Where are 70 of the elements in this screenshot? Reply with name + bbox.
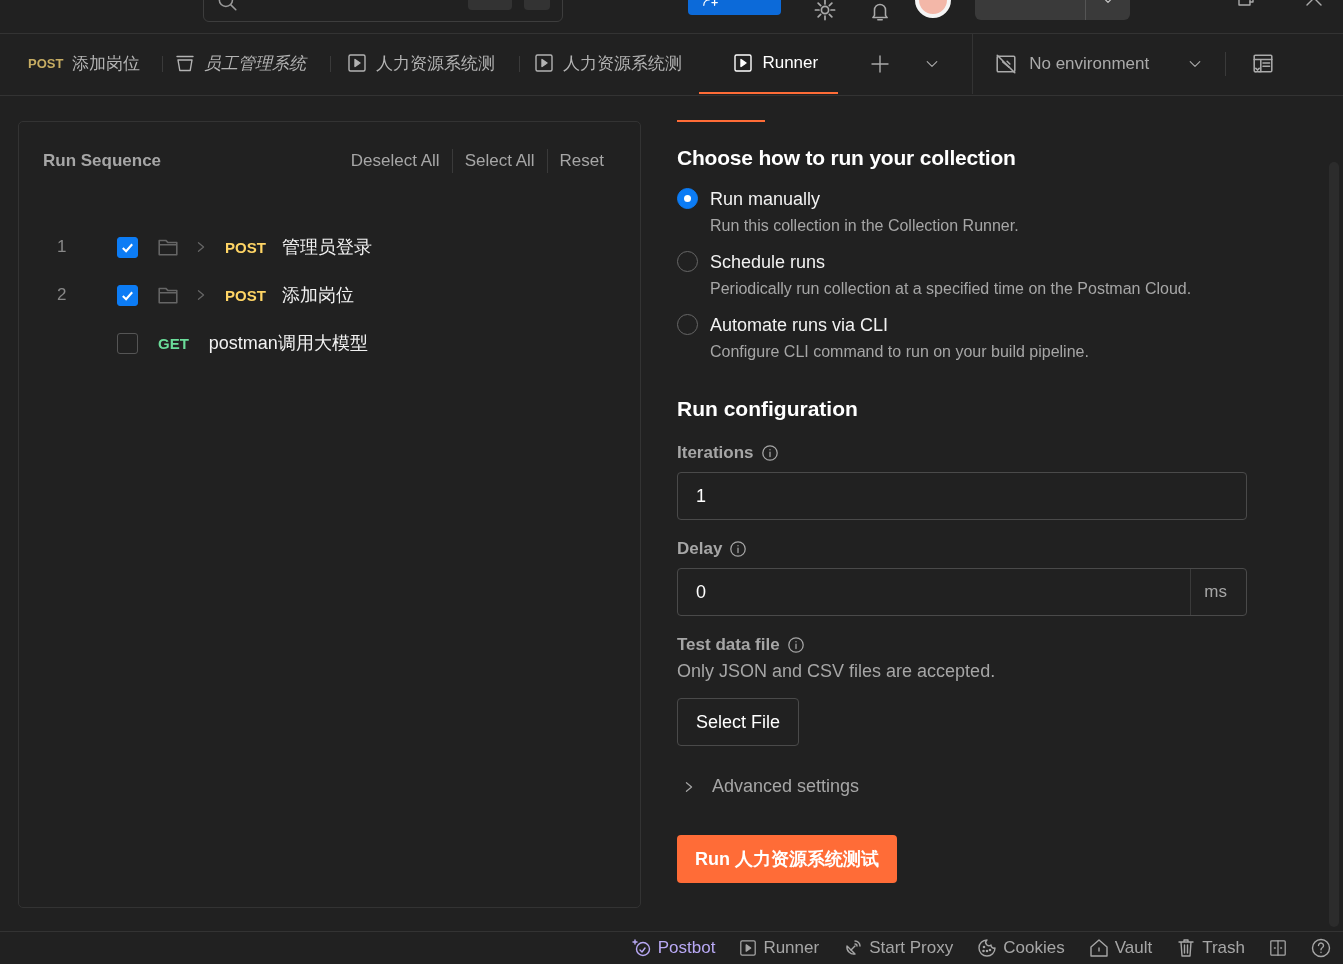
option-description: Run this collection in the Collection Runner.	[710, 216, 1019, 236]
row-number: 2	[56, 285, 68, 305]
field-label: Test data file	[677, 635, 780, 655]
iterations-field[interactable]: 1	[677, 472, 1247, 520]
option-label: Automate runs via CLI	[710, 314, 890, 336]
text-link-button[interactable]: Deselect All	[338, 151, 452, 171]
info-icon	[786, 636, 805, 654]
crossed-out-square-icon	[995, 53, 1018, 75]
play-icon	[534, 53, 555, 73]
status-bar-item[interactable]: Start Proxy	[843, 937, 954, 958]
chevron-right-icon	[683, 779, 695, 794]
plus-icon	[870, 54, 891, 74]
method-label: POST	[28, 55, 64, 71]
house-icon	[1088, 937, 1109, 958]
advanced-settings-toggle[interactable]: Advanced settings	[683, 776, 860, 797]
tab[interactable]: Runner	[699, 34, 839, 94]
table-icon	[1252, 53, 1275, 75]
chevron-right-icon	[195, 288, 207, 302]
option-description: Configure CLI command to run on your build pipeline.	[710, 342, 1089, 362]
method-label: POST	[225, 286, 266, 304]
info-icon	[760, 444, 779, 462]
hint-text: Only JSON and CSV files are accepted.	[677, 661, 997, 682]
request-name: 管理员登录	[281, 236, 372, 259]
text-link-button[interactable]: Reset	[547, 151, 616, 171]
option-description: Periodically run collection at a specified time on the Postman Cloud.	[710, 279, 1192, 299]
environment-selector[interactable]: No environment	[995, 53, 1204, 75]
play-icon	[347, 53, 368, 73]
text-link-button[interactable]: Select All	[452, 151, 547, 171]
field-label: Iterations	[677, 443, 754, 463]
status-bar-item[interactable]: Vault	[1088, 937, 1153, 958]
play-icon	[739, 938, 758, 957]
settings-icon	[813, 0, 837, 22]
status-bar-item[interactable]: Postbot	[631, 937, 716, 958]
section-heading: Run configuration	[677, 397, 859, 421]
status-bar-button[interactable]	[1269, 938, 1287, 957]
trash-icon	[1176, 937, 1197, 958]
checkbox[interactable]	[117, 236, 138, 258]
info-icon	[729, 540, 748, 558]
select-file-button[interactable]: Select File	[677, 698, 800, 746]
checkbox[interactable]	[117, 332, 138, 354]
row-number: 1	[56, 237, 68, 257]
tab[interactable]: POST 添加岗位	[14, 34, 163, 94]
help-icon	[1311, 937, 1331, 958]
two-pane-icon	[1269, 938, 1287, 957]
satellite-dish-icon	[843, 937, 864, 958]
checkbox[interactable]	[117, 284, 138, 306]
status-bar-item[interactable]: Cookies	[977, 937, 1065, 958]
tab[interactable]: 人力资源系统测	[331, 34, 520, 94]
play-icon	[733, 53, 754, 73]
bucket-icon	[175, 53, 196, 73]
delay-field[interactable]: 0 ms	[677, 568, 1247, 616]
method-label: POST	[225, 238, 266, 256]
option-label: Run manually	[710, 188, 822, 210]
unit-label: ms	[1190, 569, 1246, 615]
panel-title: Run Sequence	[43, 151, 163, 171]
tab[interactable]: 人力资源系统测	[520, 34, 700, 94]
option-label: Schedule runs	[710, 251, 827, 273]
sparkle-icon	[631, 937, 652, 958]
request-name: postman调用大模型	[208, 332, 368, 355]
request-name: 添加岗位	[281, 284, 354, 307]
status-bar-button[interactable]	[1311, 937, 1331, 958]
chevron-right-icon	[195, 240, 207, 254]
radio-button[interactable]	[677, 188, 698, 209]
section-heading: Choose how to run your collection	[677, 146, 1017, 170]
status-bar-item[interactable]: Runner	[739, 937, 820, 958]
cookie-icon	[977, 937, 998, 958]
tab[interactable]: 员工管理系统	[163, 34, 331, 94]
field-label: Delay	[677, 539, 723, 559]
status-bar-item[interactable]: Trash	[1176, 937, 1245, 958]
method-label: GET	[158, 334, 189, 352]
